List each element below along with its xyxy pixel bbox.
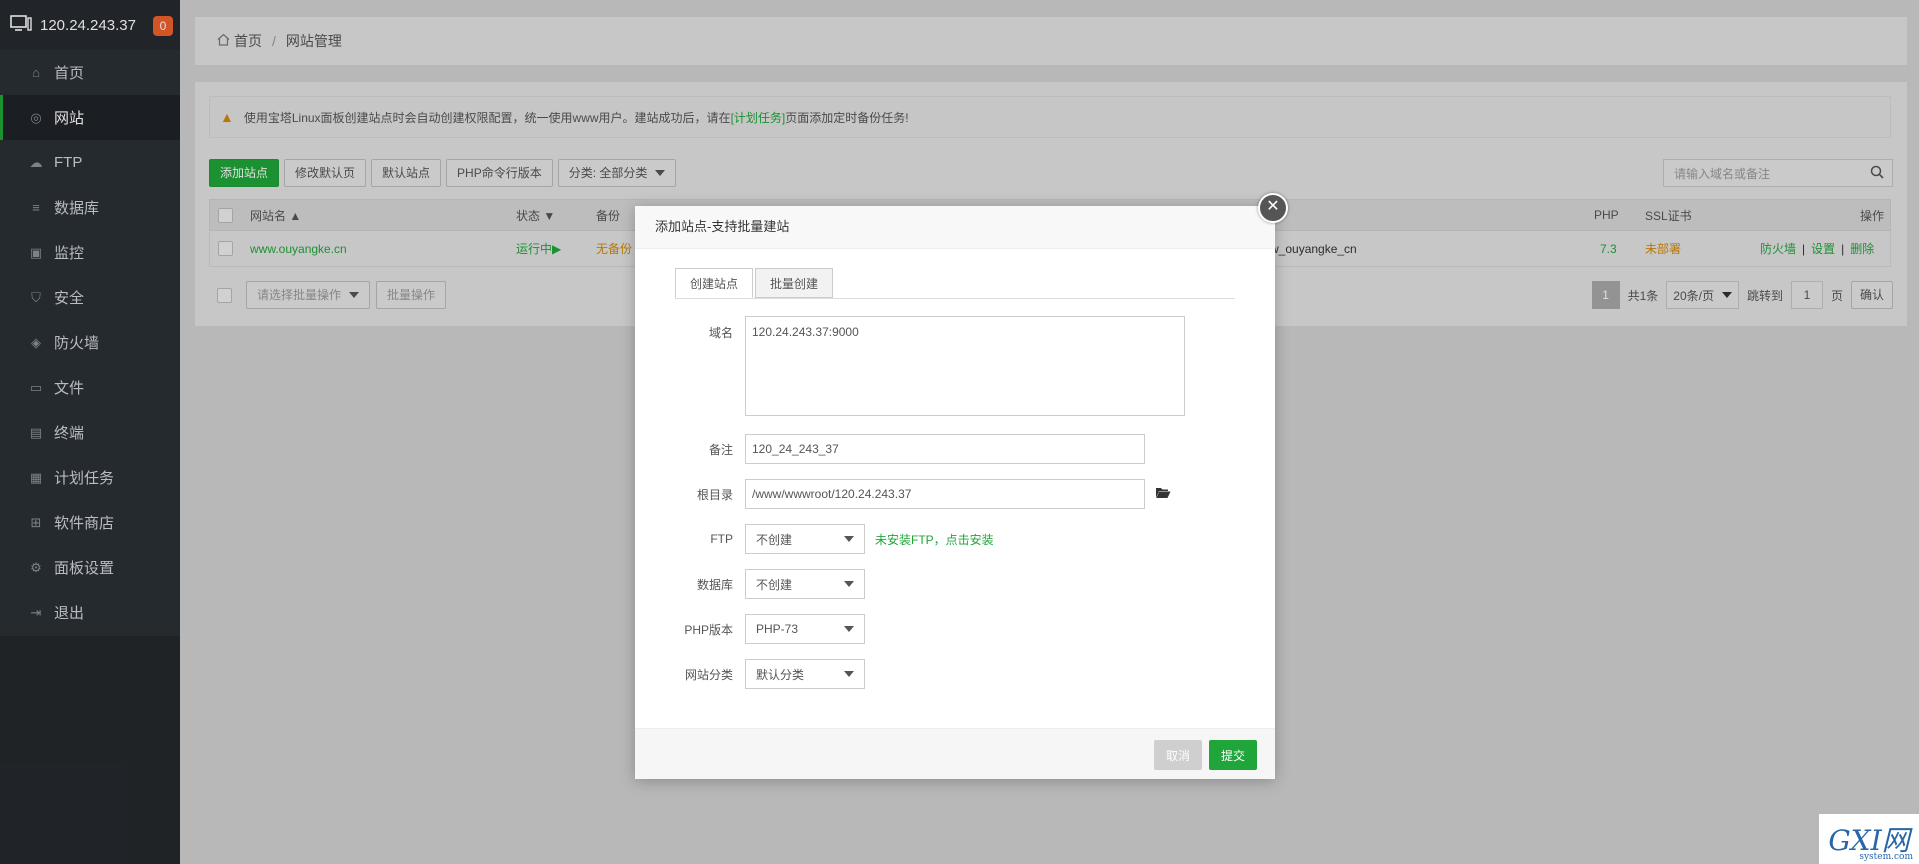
root-dir-label: 根目录	[696, 487, 733, 502]
php-version-label: PHP版本	[684, 622, 733, 637]
chevron-down-icon	[844, 536, 854, 542]
tab-create-site[interactable]: 创建站点	[675, 268, 754, 298]
ftp-row: FTP 不创建 未安装FTP，点击安装	[635, 524, 994, 554]
ftp-label: FTP	[710, 532, 733, 546]
chevron-down-icon	[844, 671, 854, 677]
watermark-logo: GXI网 system.com	[1819, 814, 1919, 864]
domain-row: 域名 120.24.243.37:9000	[635, 316, 1185, 416]
folder-open-icon[interactable]	[1155, 486, 1171, 502]
dialog-title: 添加站点-支持批量建站	[635, 206, 1275, 249]
add-site-dialog: 添加站点-支持批量建站 ✕ 创建站点 批量创建 域名 120.24.243.37…	[635, 193, 1288, 779]
database-row: 数据库 不创建	[635, 569, 865, 599]
php-version-row: PHP版本 PHP-73	[635, 614, 865, 644]
ftp-select-value: 不创建	[756, 532, 793, 547]
submit-button[interactable]: 提交	[1208, 740, 1257, 770]
root-dir-row: 根目录 /www/wwwroot/120.24.243.37	[635, 479, 1171, 509]
cancel-button[interactable]: 取消	[1153, 740, 1202, 770]
domain-label: 域名	[708, 326, 733, 340]
remark-input[interactable]: 120_24_243_37	[745, 434, 1145, 464]
tab-batch-create[interactable]: 批量创建	[755, 268, 834, 298]
dialog-footer: 取消 提交	[635, 728, 1275, 779]
site-category-select[interactable]: 默认分类	[745, 659, 865, 689]
root-dir-input[interactable]: /www/wwwroot/120.24.243.37	[745, 479, 1145, 509]
site-category-label: 网站分类	[684, 667, 733, 682]
php-version-select[interactable]: PHP-73	[745, 614, 865, 644]
watermark-subtext: system.com	[1859, 852, 1913, 862]
remark-row: 备注 120_24_243_37	[635, 434, 1145, 464]
dialog-tabs: 创建站点 批量创建	[675, 268, 1235, 299]
close-icon[interactable]: ✕	[1258, 193, 1288, 223]
remark-label: 备注	[708, 442, 733, 457]
ftp-install-link[interactable]: 未安装FTP，点击安装	[875, 531, 994, 548]
site-category-row: 网站分类 默认分类	[635, 659, 865, 689]
php-version-select-value: PHP-73	[756, 622, 799, 636]
database-label: 数据库	[696, 577, 733, 592]
chevron-down-icon	[844, 581, 854, 587]
database-select-value: 不创建	[756, 577, 793, 592]
database-select[interactable]: 不创建	[745, 569, 865, 599]
domain-textarea[interactable]: 120.24.243.37:9000	[745, 316, 1185, 416]
ftp-select[interactable]: 不创建	[745, 524, 865, 554]
site-category-select-value: 默认分类	[756, 667, 805, 682]
chevron-down-icon	[844, 626, 854, 632]
